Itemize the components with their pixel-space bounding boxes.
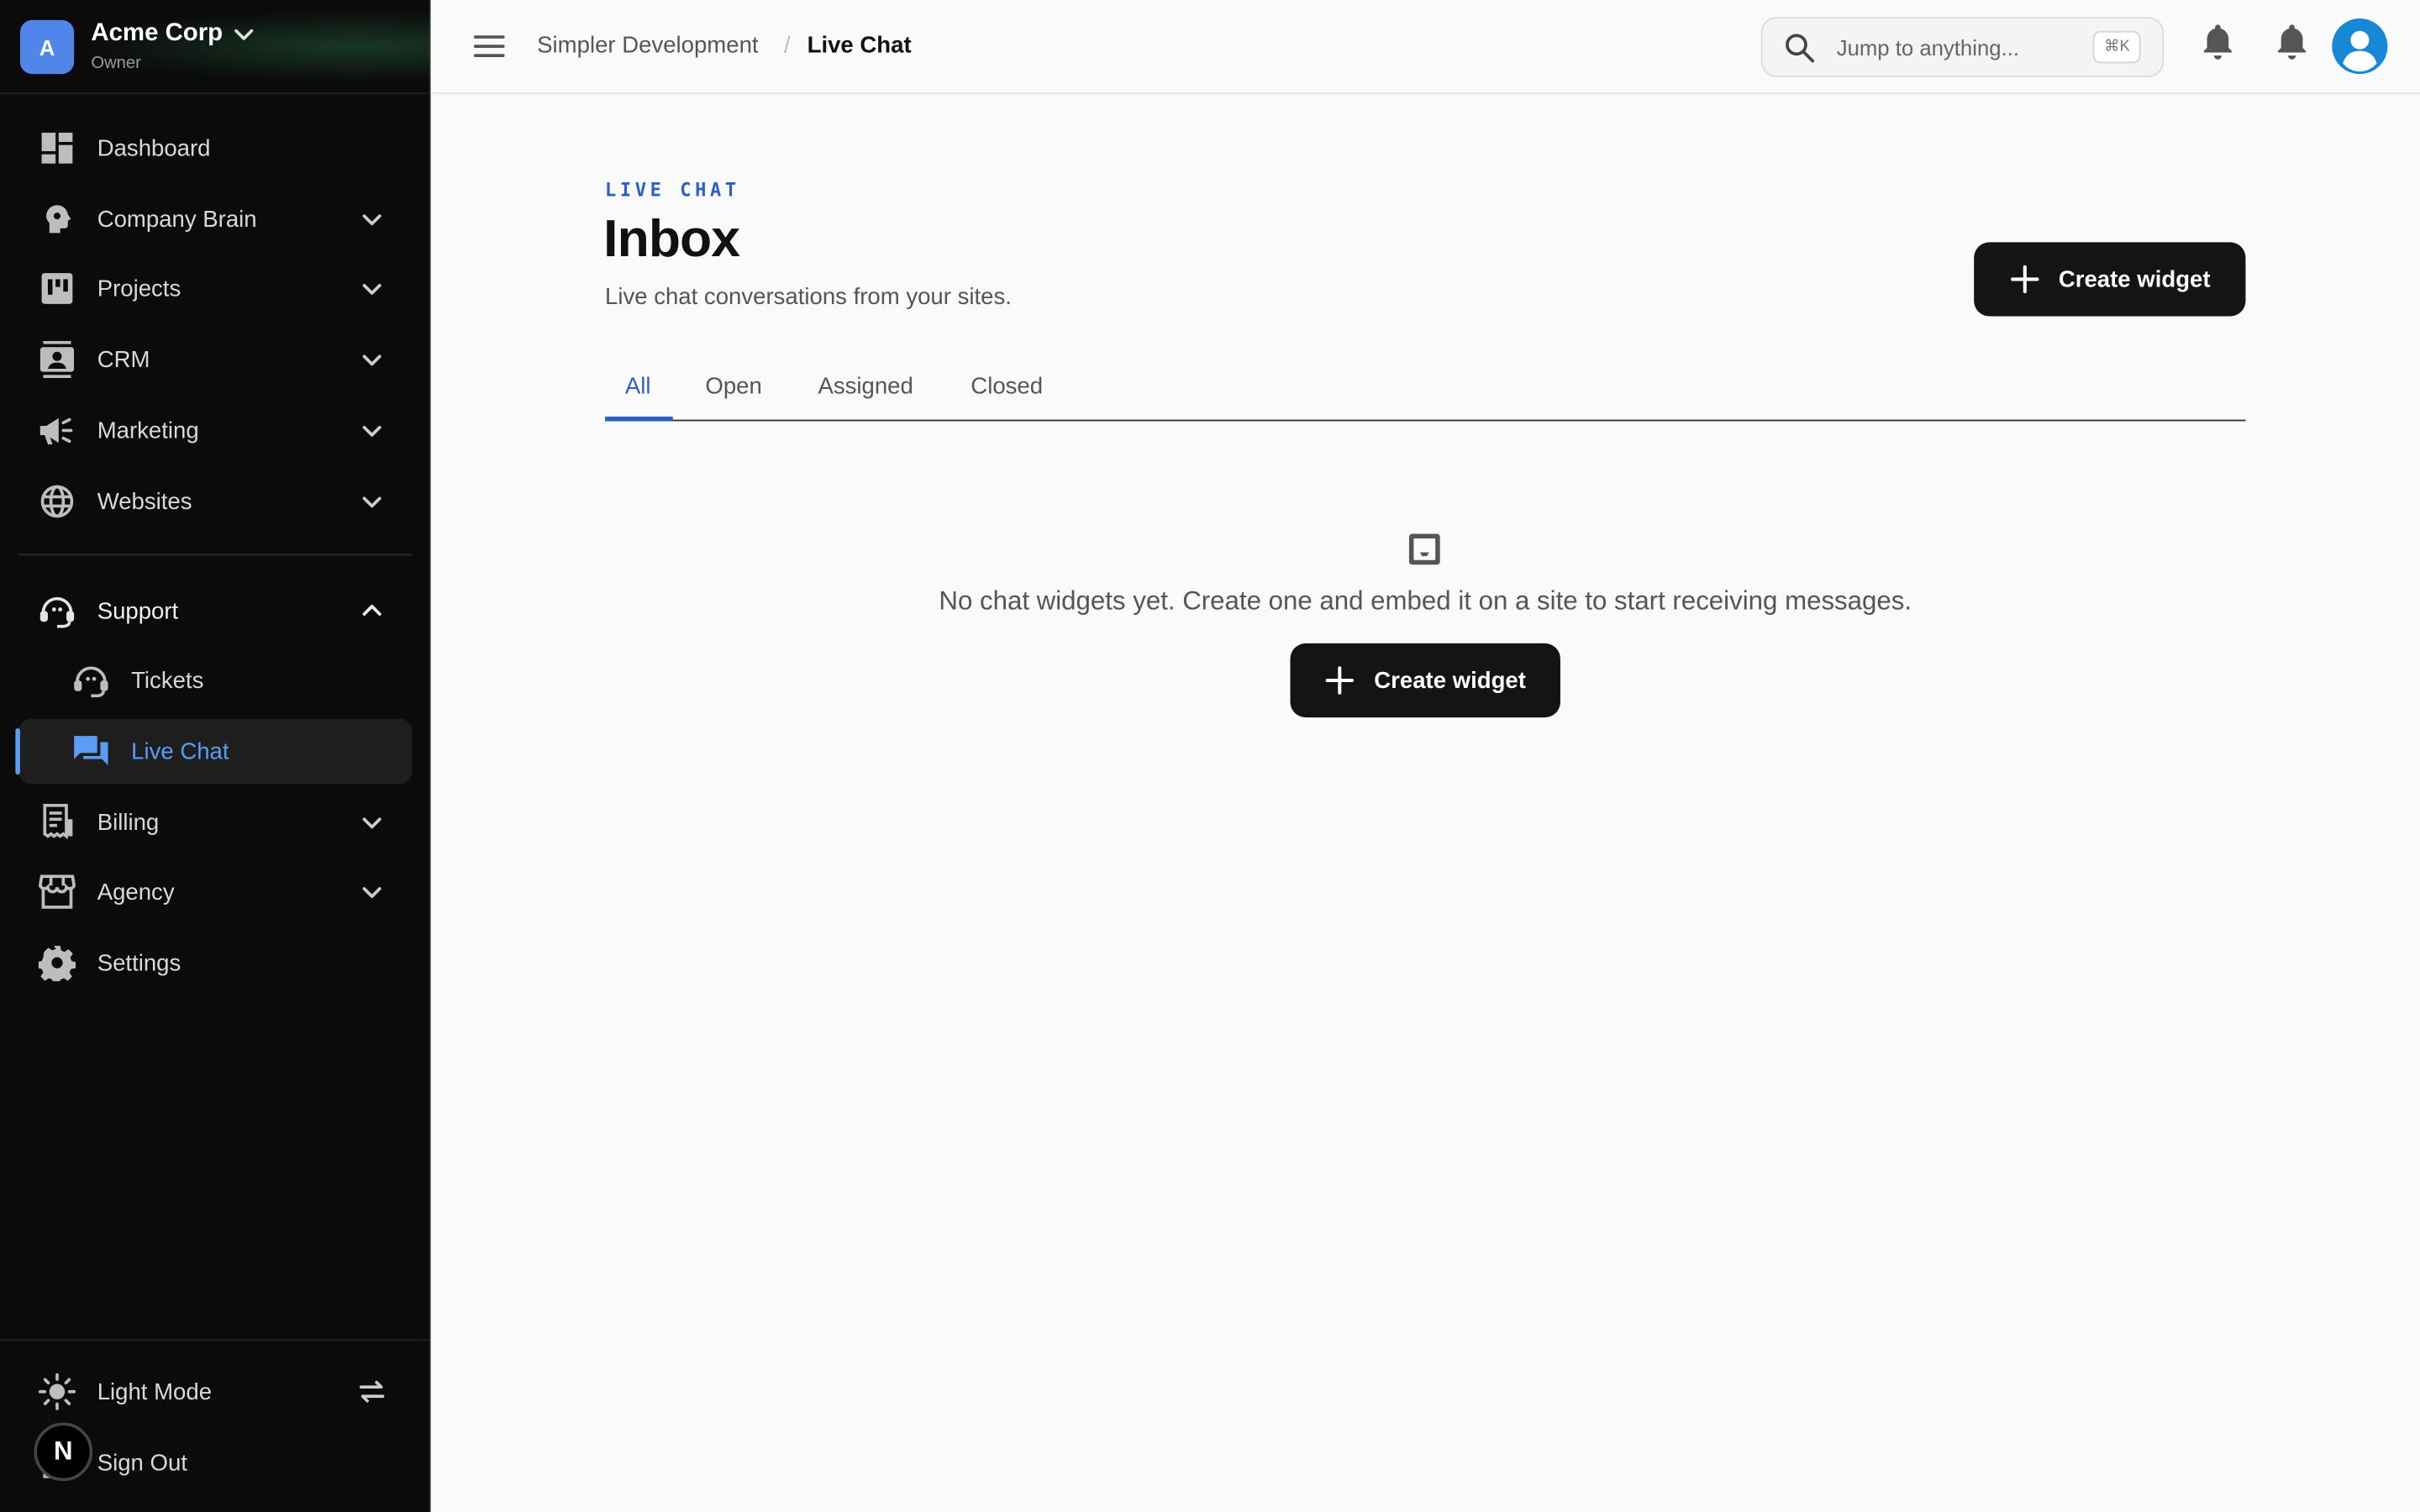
sidebar-item-settings[interactable]: Settings bbox=[18, 931, 412, 995]
org-switcher[interactable]: A Acme Corp Owner bbox=[0, 0, 431, 95]
sidebar-item-label: Projects bbox=[97, 275, 182, 302]
tab-active-indicator bbox=[605, 416, 673, 422]
sidebar-item-tickets[interactable]: Tickets bbox=[18, 648, 412, 712]
sidebar-item-label: Websites bbox=[97, 488, 192, 515]
org-avatar: A bbox=[19, 19, 75, 75]
avatar[interactable] bbox=[2332, 18, 2388, 75]
plus-icon bbox=[1326, 666, 1355, 695]
page-subtitle: Live chat conversations from your sites. bbox=[605, 283, 1012, 311]
sidebar-item-label: Support bbox=[97, 597, 179, 624]
section-eyebrow: LIVE CHAT bbox=[605, 179, 740, 201]
framework-badge[interactable]: N bbox=[34, 1422, 93, 1482]
sidebar-item-label: CRM bbox=[97, 346, 150, 373]
brain-icon bbox=[37, 199, 77, 239]
hamburger-menu-icon[interactable] bbox=[471, 28, 508, 65]
empty-state-message: No chat widgets yet. Create one and embe… bbox=[939, 585, 1912, 616]
chevron-down-icon bbox=[362, 214, 381, 226]
create-widget-empty-button[interactable]: Create widget bbox=[1290, 643, 1560, 718]
sidebar-item-crm[interactable]: CRM bbox=[18, 327, 412, 391]
top-bar: Simpler Development / Live Chat ⌘K bbox=[430, 0, 2420, 95]
sidebar: A Acme Corp Owner Dashboard Company Brai… bbox=[0, 0, 431, 1512]
sidebar-item-label: Settings bbox=[97, 949, 182, 976]
bell-icon[interactable] bbox=[2199, 22, 2236, 62]
create-widget-button[interactable]: Create widget bbox=[1974, 242, 2246, 317]
tab-all[interactable]: All bbox=[625, 373, 651, 399]
headset-icon bbox=[71, 660, 111, 701]
megaphone-icon bbox=[37, 411, 77, 451]
contacts-icon bbox=[37, 339, 77, 380]
chevron-down-icon bbox=[234, 29, 254, 40]
plus-icon bbox=[2010, 265, 2039, 294]
sidebar-item-marketing[interactable]: Marketing bbox=[18, 398, 412, 463]
page-title: Inbox bbox=[603, 209, 740, 269]
sidebar-item-agency[interactable]: Agency bbox=[18, 859, 412, 924]
chevron-down-icon bbox=[362, 496, 381, 508]
dashboard-icon bbox=[37, 128, 77, 168]
inbox-icon bbox=[1408, 533, 1440, 565]
search-icon bbox=[1786, 34, 1815, 63]
sun-icon bbox=[37, 1372, 77, 1412]
sidebar-item-company-brain[interactable]: Company Brain bbox=[18, 186, 412, 251]
chevron-down-icon bbox=[362, 817, 381, 829]
search-input[interactable] bbox=[1836, 30, 2091, 66]
gear-icon bbox=[37, 942, 77, 983]
breadcrumb-separator: / bbox=[784, 32, 791, 59]
chevron-down-icon bbox=[362, 354, 381, 366]
chevron-down-icon bbox=[362, 887, 381, 898]
create-widget-label: Create widget bbox=[2058, 265, 2211, 293]
tab-assigned[interactable]: Assigned bbox=[818, 373, 913, 399]
breadcrumb-current: Live Chat bbox=[807, 32, 912, 59]
org-role: Owner bbox=[91, 54, 141, 73]
sidebar-item-billing[interactable]: Billing bbox=[18, 790, 412, 854]
globe-icon bbox=[37, 481, 77, 522]
sidebar-item-label: Tickets bbox=[131, 667, 204, 694]
tab-closed[interactable]: Closed bbox=[971, 373, 1043, 399]
sidebar-item-label: Dashboard bbox=[97, 134, 211, 161]
sidebar-divider bbox=[18, 554, 413, 556]
sidebar-item-websites[interactable]: Websites bbox=[18, 469, 412, 533]
sidebar-item-label: Live Chat bbox=[131, 738, 229, 765]
shortcut-hint: ⌘K bbox=[2093, 30, 2141, 64]
inbox-tabs: All Open Assigned Closed bbox=[605, 358, 2246, 422]
active-indicator bbox=[15, 727, 20, 775]
sidebar-item-dashboard[interactable]: Dashboard bbox=[18, 116, 412, 181]
chat-icon bbox=[71, 732, 111, 772]
swap-icon bbox=[359, 1380, 385, 1403]
bell-icon[interactable] bbox=[2274, 22, 2311, 62]
chevron-down-icon bbox=[362, 283, 381, 295]
light-mode-label: Light Mode bbox=[97, 1378, 213, 1405]
sidebar-item-label: Agency bbox=[97, 879, 175, 906]
projects-icon bbox=[37, 269, 77, 309]
sidebar-item-label: Company Brain bbox=[97, 206, 257, 233]
light-mode-toggle[interactable]: Light Mode bbox=[18, 1359, 412, 1424]
sidebar-item-label: Marketing bbox=[97, 417, 199, 444]
receipt-icon bbox=[37, 802, 77, 843]
sidebar-item-label: Billing bbox=[97, 809, 160, 836]
storefront-icon bbox=[37, 872, 77, 912]
user-icon bbox=[2343, 30, 2377, 72]
chevron-up-icon bbox=[362, 604, 381, 616]
sign-out-label: Sign Out bbox=[97, 1449, 187, 1476]
org-name: Acme Corp bbox=[91, 19, 224, 47]
command-search[interactable]: ⌘K bbox=[1760, 17, 2165, 77]
headset-icon bbox=[37, 591, 77, 631]
chevron-down-icon bbox=[362, 425, 381, 437]
sidebar-item-projects[interactable]: Projects bbox=[18, 256, 412, 321]
sidebar-item-support[interactable]: Support bbox=[18, 579, 412, 643]
breadcrumb-item[interactable]: Simpler Development bbox=[537, 33, 758, 59]
create-widget-label: Create widget bbox=[1374, 667, 1526, 694]
sidebar-item-live-chat[interactable]: Live Chat bbox=[15, 718, 413, 785]
tab-open[interactable]: Open bbox=[705, 373, 761, 399]
